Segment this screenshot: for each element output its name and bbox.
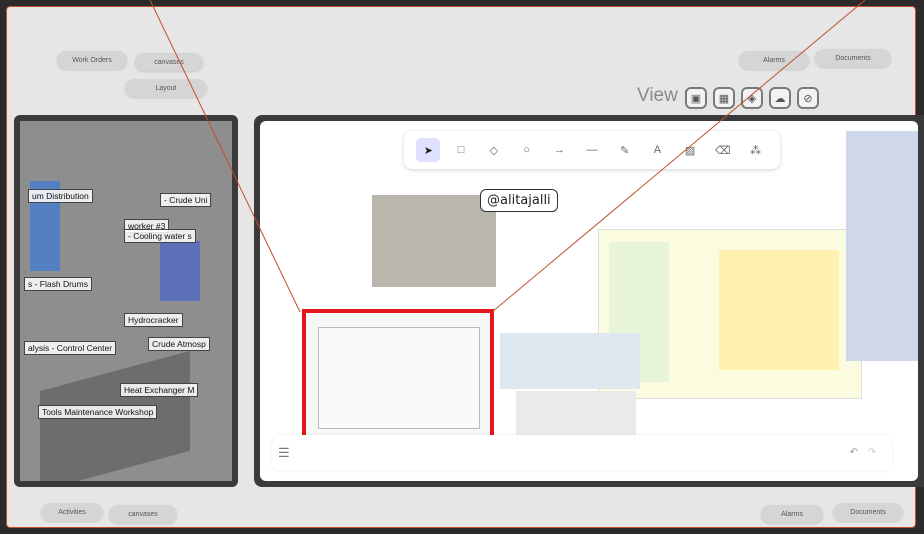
plant-3d-panel: um Distribution - Crude Uni worker #3 - … [14,115,238,487]
plant-3d-scene[interactable]: um Distribution - Crude Uni worker #3 - … [20,121,232,481]
view-2d-icon: ▣ [690,92,702,105]
view-link-button[interactable]: ⊘ [797,87,819,109]
scene-label: Hydrocracker [124,313,183,327]
selected-diagram-image[interactable] [302,309,494,443]
menu-icon[interactable]: ☰ [278,445,290,461]
drawing-toolbar: ➤ □ ◇ ○ → — ✎ A ▨ ⌫ ⁂ [404,131,780,169]
blue-tank-shape [160,241,200,301]
view-3d-button[interactable]: ◈ [741,87,763,109]
view-cloud-button[interactable]: ☁ [769,87,791,109]
undo-icon[interactable]: ↶ [850,447,858,458]
arrow-icon: → [553,144,565,156]
scene-label: s - Flash Drums [24,277,92,291]
eraser-icon: ⌫ [715,144,731,157]
scene-label: Heat Exchanger M [120,383,199,397]
redo-icon[interactable]: ↷ [868,447,876,458]
layout-button[interactable]: Layout [125,79,207,97]
link-icon: ⊘ [803,92,813,105]
eraser-tool[interactable]: ⌫ [711,138,735,162]
scene-label: alysis - Control Center [24,341,117,355]
pencil-icon: ✎ [620,144,630,157]
circle-icon: ○ [523,144,530,156]
scene-label: Tools Maintenance Workshop [38,405,158,419]
line-tool[interactable]: — [580,138,604,162]
shapes-icon: ⁂ [750,144,762,157]
arrow-tool[interactable]: → [547,138,571,162]
canvases-button-bottom[interactable]: canvases [109,505,177,523]
line-icon: — [586,144,598,156]
diamond-icon: ◇ [489,144,499,157]
ellipse-tool[interactable]: ○ [515,138,539,162]
text-icon: A [653,144,662,156]
text-tool[interactable]: A [645,138,669,162]
diagram-section [719,250,839,370]
image-tool[interactable]: ▨ [678,138,702,162]
screens-thumbnail[interactable] [500,333,640,389]
cloud-icon: ☁ [774,92,786,105]
schematic-thumbnail [318,327,480,429]
canvases-button[interactable]: canvases [135,53,203,71]
alarms-button-top[interactable]: Alarms [739,51,809,69]
rectangle-tool[interactable]: □ [449,138,473,162]
work-orders-button[interactable]: Work Orders [57,51,127,69]
canvas-panel: ➤ □ ◇ ○ → — ✎ A ▨ ⌫ ⁂ @alitajalli ☰ ↶ ↷ [254,115,924,487]
view-calendar-button[interactable]: ▦ [713,87,735,109]
author-handle-text[interactable]: @alitajalli [480,189,558,212]
view-label: View : [637,85,689,106]
scene-label: - Cooling water s [124,229,196,243]
drawing-canvas[interactable]: ➤ □ ◇ ○ → — ✎ A ▨ ⌫ ⁂ @alitajalli ☰ ↶ ↷ [260,121,918,481]
scene-label: Crude Atmosp [148,337,210,351]
image-icon: ▨ [684,144,696,157]
documents-button-top[interactable]: Documents [815,49,891,67]
more-tools[interactable]: ⁂ [744,138,768,162]
pencil-tool[interactable]: ✎ [613,138,637,162]
cube-icon: ◈ [747,92,757,105]
rectangle-icon: □ [457,144,465,156]
cursor-icon: ➤ [423,144,433,157]
activities-button[interactable]: Activities [41,503,103,521]
canvas-bottom-bar: ☰ ↶ ↷ [272,435,892,471]
calendar-icon: ▦ [718,92,730,105]
worker-illustration [846,131,918,361]
control-room-photo[interactable] [372,195,496,287]
select-tool[interactable]: ➤ [416,138,441,162]
documents-button-bottom[interactable]: Documents [833,503,903,521]
view-2d-button[interactable]: ▣ [685,87,707,109]
scene-label: um Distribution [28,189,93,203]
diamond-tool[interactable]: ◇ [482,138,506,162]
scene-label: - Crude Uni [160,193,212,207]
equipment-thumbnail[interactable] [516,391,636,437]
alarms-button-bottom[interactable]: Alarms [761,505,823,523]
